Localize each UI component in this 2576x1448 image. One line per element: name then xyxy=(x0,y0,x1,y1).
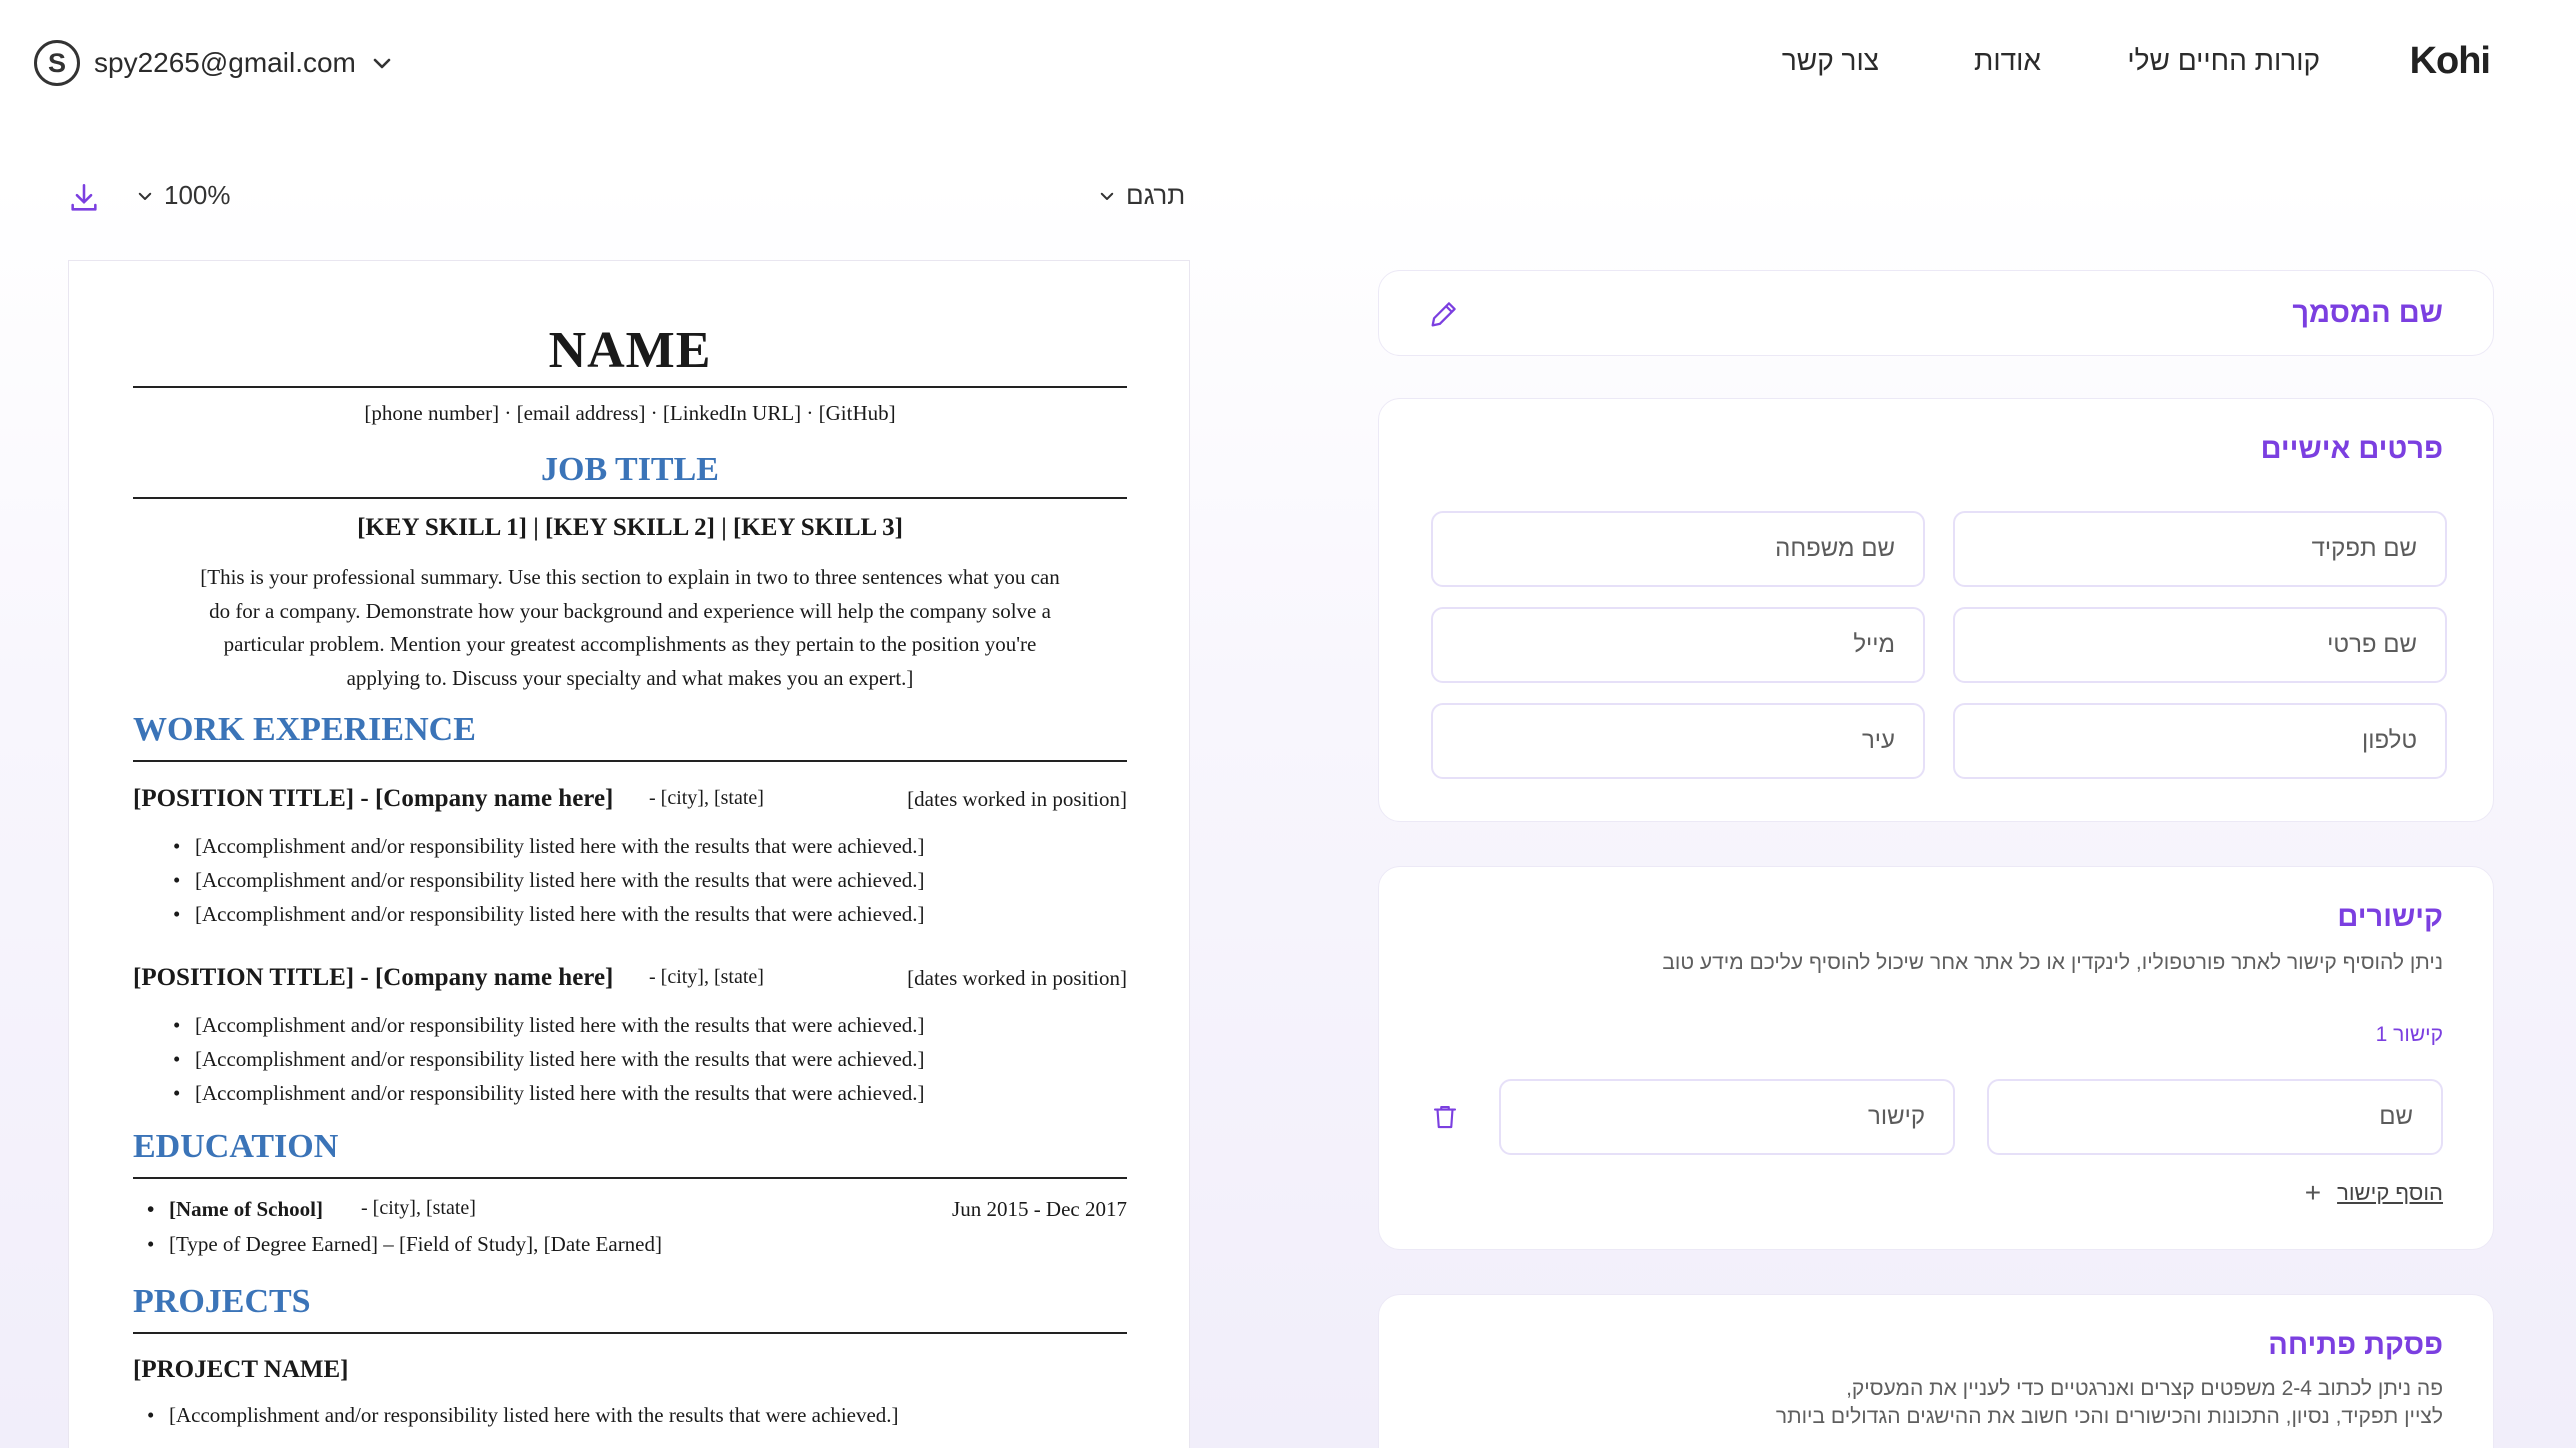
position-location: - [city], [state] xyxy=(649,787,764,809)
last-name-field[interactable] xyxy=(1431,511,1925,587)
nav-about[interactable]: אודות xyxy=(1974,45,2041,77)
opening-title: פסקת פתיחה xyxy=(2268,1329,2443,1361)
download-icon xyxy=(71,183,97,211)
delete-link-button[interactable] xyxy=(1425,1097,1465,1137)
divider xyxy=(133,1332,1127,1334)
opening-paragraph-card: פסקת פתיחה פה ניתן לכתוב 2-4 משפטים קצרי… xyxy=(1378,1294,2494,1448)
app-window: S spy2265@gmail.com צור קשר אודות קורות … xyxy=(0,0,2576,1448)
link-1-label: קישור 1 xyxy=(2375,1023,2443,1046)
divider xyxy=(133,1177,1127,1179)
links-title: קישורים xyxy=(2337,901,2443,933)
education-school: [Name of School] xyxy=(147,1197,323,1222)
links-helper: ניתן להוסיף קישור לאתר פורטפוליו, לינקדי… xyxy=(1662,951,2443,974)
translate-label: תרגם xyxy=(1126,180,1186,210)
personal-details-title: פרטים אישיים xyxy=(2260,433,2443,465)
first-name-field[interactable] xyxy=(1953,607,2447,683)
bullet-item: [Accomplishment and/or responsibility li… xyxy=(173,1042,1123,1076)
account-email: spy2265@gmail.com xyxy=(94,47,356,78)
position-header: [POSITION TITLE] - [Company name here] -… xyxy=(133,785,1127,817)
nav-contact[interactable]: צור קשר xyxy=(1782,45,1879,77)
resume-job-title: JOB TITLE xyxy=(541,451,719,488)
bullet-item: [Accomplishment and/or responsibility li… xyxy=(147,1398,1097,1432)
avatar: S xyxy=(34,40,80,86)
doc-name-label: שם המסמך xyxy=(2292,297,2443,329)
logo[interactable]: Kohi xyxy=(2410,40,2491,83)
position-bullets: [Accomplishment and/or responsibility li… xyxy=(173,829,1123,931)
city-field[interactable] xyxy=(1431,703,1925,779)
divider xyxy=(133,497,1127,499)
download-button[interactable] xyxy=(64,178,104,218)
position-title: [POSITION TITLE] - [Company name here] xyxy=(133,785,614,812)
education-location: - [city], [state] xyxy=(361,1197,476,1219)
project-bullets: [Accomplishment and/or responsibility li… xyxy=(147,1398,1097,1432)
nav-my-resumes[interactable]: קורות החיים שלי xyxy=(2127,45,2320,77)
add-link-button[interactable]: הוסף קישור + xyxy=(2305,1177,2443,1209)
resume-name: NAME xyxy=(548,322,712,379)
zoom-select[interactable]: 100% xyxy=(136,180,231,211)
account-menu[interactable]: S spy2265@gmail.com xyxy=(34,38,394,88)
link-url-input[interactable] xyxy=(1501,1103,1925,1131)
bullet-item: [Accomplishment and/or responsibility li… xyxy=(173,897,1123,931)
section-heading-work: WORK EXPERIENCE xyxy=(133,711,476,748)
chevron-down-icon xyxy=(138,192,152,200)
chevron-down-icon xyxy=(1100,192,1114,200)
project-name: [PROJECT NAME] xyxy=(133,1356,349,1383)
position-dates: [dates worked in position] xyxy=(907,787,1127,811)
position-location: - [city], [state] xyxy=(649,966,764,988)
position-dates: [dates worked in position] xyxy=(907,966,1127,990)
plus-icon: + xyxy=(2304,1177,2322,1208)
summary-line: applying to. Discuss your specialty and … xyxy=(346,665,914,690)
section-heading-education: EDUCATION xyxy=(133,1128,339,1165)
summary-line: do for a company. Demonstrate how your b… xyxy=(209,598,1051,623)
position-title: [POSITION TITLE] - [Company name here] xyxy=(133,964,614,991)
education-row: [Name of School] - [city], [state] Jun 2… xyxy=(147,1197,1127,1231)
job-title-input[interactable] xyxy=(1955,535,2417,563)
resume-preview: NAME [phone number] · [email address] · … xyxy=(68,260,1190,1448)
link-name-field[interactable] xyxy=(1987,1079,2443,1155)
pencil-icon xyxy=(1431,302,1456,327)
education-dates: Jun 2015 - Dec 2017 xyxy=(952,1197,1127,1221)
summary-line: particular problem. Mention your greates… xyxy=(223,632,1037,656)
chevron-down-icon xyxy=(373,58,391,69)
bullet-item: [Accomplishment and/or responsibility li… xyxy=(173,1076,1123,1110)
city-input[interactable] xyxy=(1433,727,1895,755)
bullet-item: [Accomplishment and/or responsibility li… xyxy=(173,1008,1123,1042)
resume-summary: [This is your professional summary. Use … xyxy=(133,561,1127,695)
doc-name-card: שם המסמך xyxy=(1378,270,2494,356)
phone-input[interactable] xyxy=(1955,727,2417,755)
trash-icon xyxy=(1433,1105,1457,1129)
opening-helper-line: פה ניתן לכתוב 2-4 משפטים קצרים ואנרגטיים… xyxy=(1846,1377,2443,1400)
personal-details-card: פרטים אישיים xyxy=(1378,398,2494,822)
zoom-value: 100% xyxy=(164,180,231,210)
divider xyxy=(133,386,1127,388)
job-title-field[interactable] xyxy=(1953,511,2447,587)
email-field[interactable] xyxy=(1431,607,1925,683)
phone-field[interactable] xyxy=(1953,703,2447,779)
links-card: קישורים ניתן להוסיף קישור לאתר פורטפוליו… xyxy=(1378,866,2494,1250)
divider xyxy=(133,760,1127,762)
edit-doc-name-button[interactable] xyxy=(1423,293,1465,335)
resume-skills: [KEY SKILL 1] | [KEY SKILL 2] | [KEY SKI… xyxy=(357,514,903,541)
bullet-item: [Accomplishment and/or responsibility li… xyxy=(173,829,1123,863)
add-link-label: הוסף קישור xyxy=(2337,1180,2443,1205)
translate-select[interactable]: תרגם xyxy=(1098,180,1185,211)
position-bullets: [Accomplishment and/or responsibility li… xyxy=(173,1008,1123,1110)
section-heading-projects: PROJECTS xyxy=(133,1283,311,1320)
link-name-input[interactable] xyxy=(1989,1103,2413,1131)
resume-contact: [phone number] · [email address] · [Link… xyxy=(364,401,896,425)
opening-helper-line: לציין תפקיד, נסיון, התכונות והכישורים וה… xyxy=(1775,1405,2443,1428)
email-input[interactable] xyxy=(1433,631,1895,659)
education-degree: [Type of Degree Earned] – [Field of Stud… xyxy=(147,1232,662,1257)
education-row: [Type of Degree Earned] – [Field of Stud… xyxy=(147,1232,1127,1266)
first-name-input[interactable] xyxy=(1955,631,2417,659)
last-name-input[interactable] xyxy=(1433,535,1895,563)
bullet-item: [Accomplishment and/or responsibility li… xyxy=(173,863,1123,897)
link-url-field[interactable] xyxy=(1499,1079,1955,1155)
position-header: [POSITION TITLE] - [Company name here] -… xyxy=(133,964,1127,996)
summary-line: [This is your professional summary. Use … xyxy=(200,565,1060,589)
